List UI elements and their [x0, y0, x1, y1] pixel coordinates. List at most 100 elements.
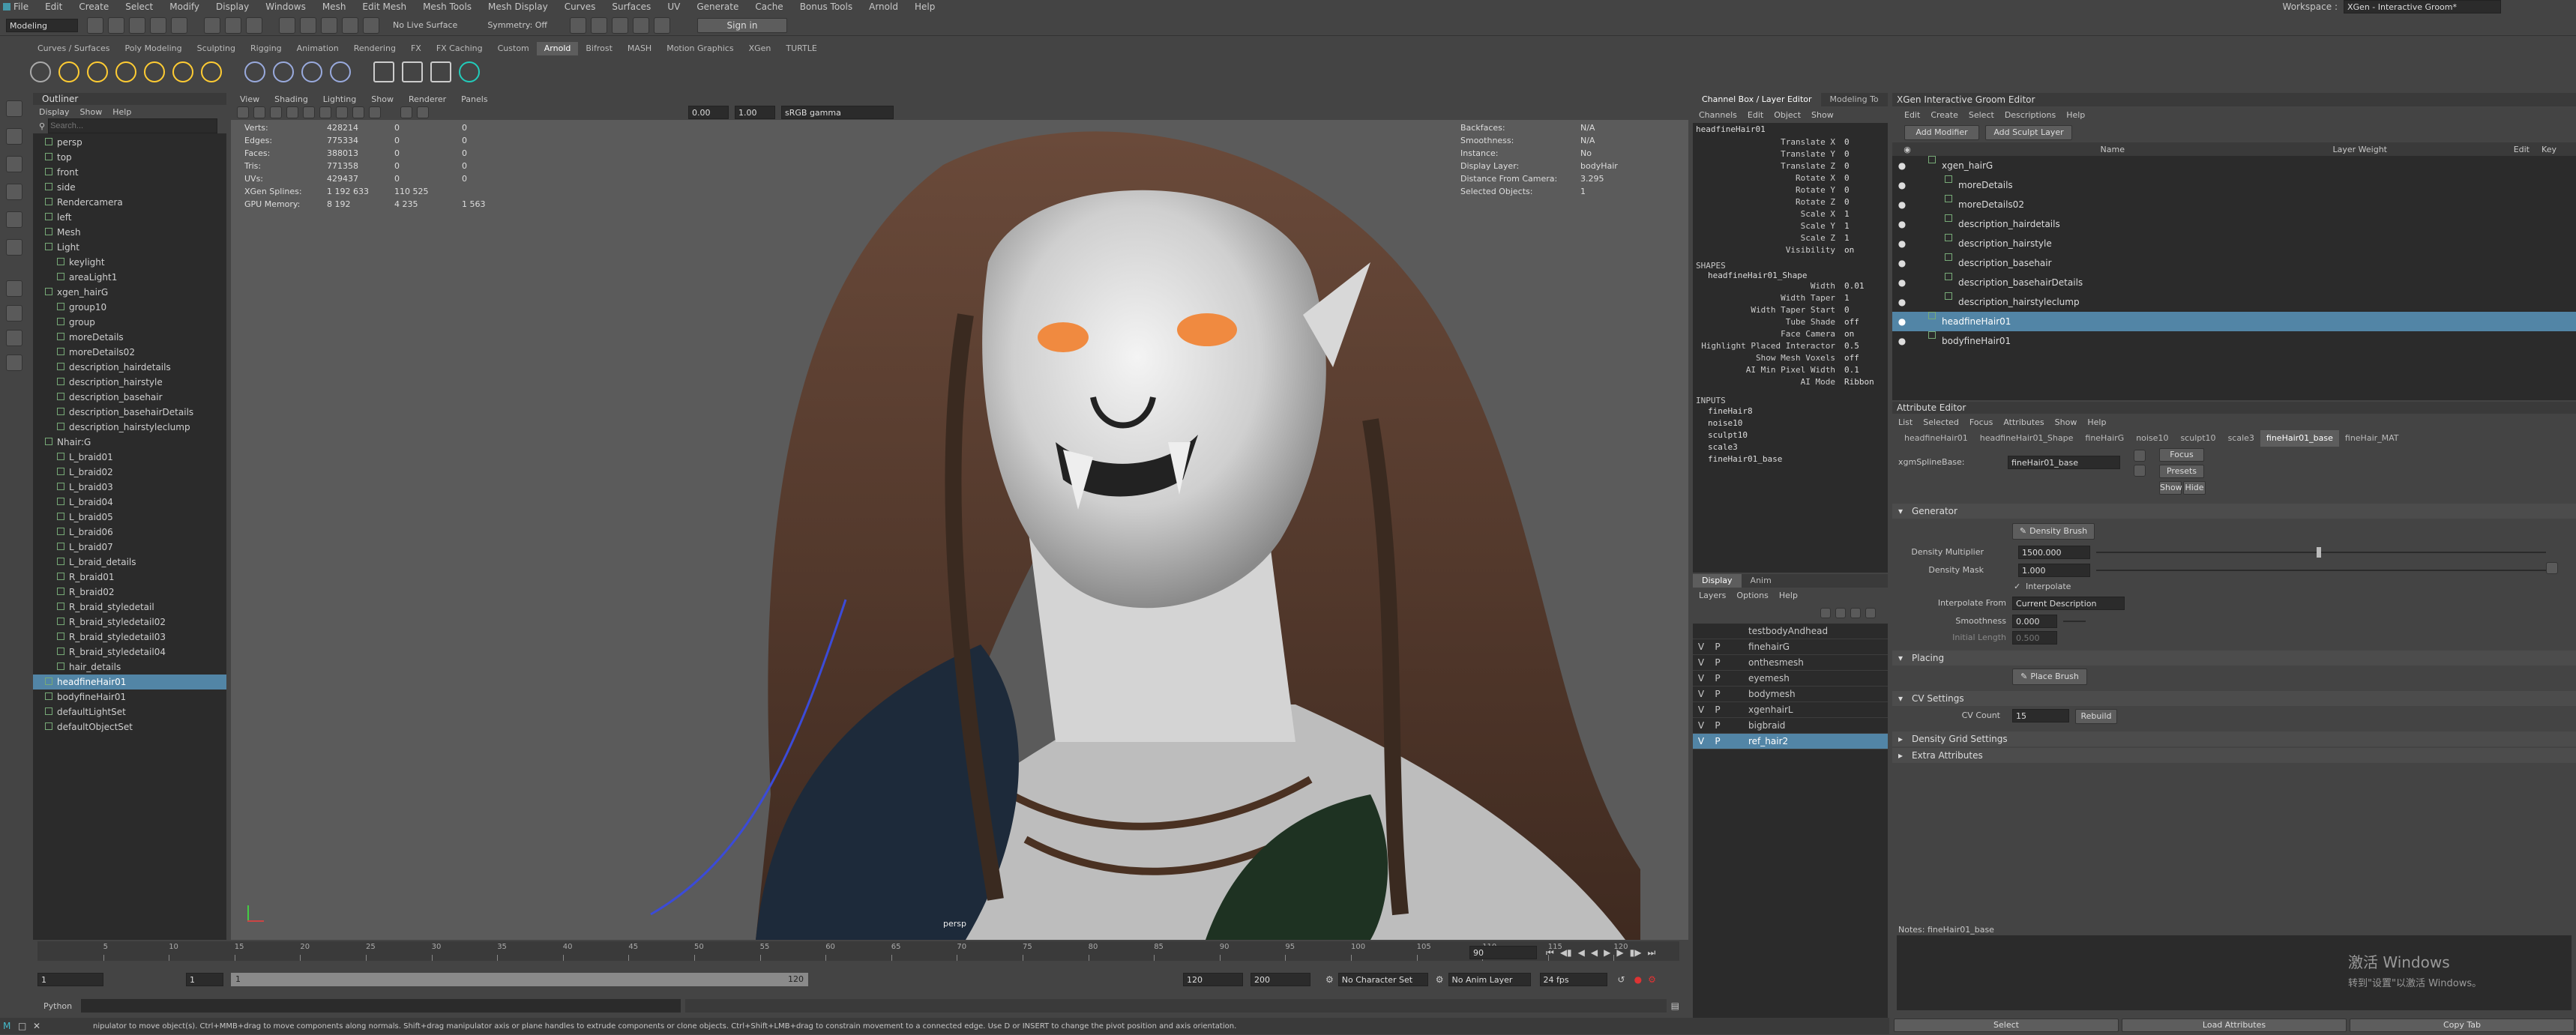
outliner-item[interactable]: L_braid02: [33, 465, 226, 480]
outliner-item[interactable]: Nhair:G: [33, 435, 226, 450]
channel-row[interactable]: AI Min Pixel Width 0.1: [1693, 364, 1888, 376]
xgen-tree-row[interactable]: ● description_hairdetails: [1892, 214, 2576, 234]
range-inner-start-field[interactable]: 1: [186, 973, 223, 986]
outliner-item[interactable]: group: [33, 315, 226, 330]
go-to-start-icon[interactable]: ⏮: [1546, 947, 1554, 959]
ae-menu-show[interactable]: Show: [2055, 417, 2077, 427]
mode-select[interactable]: Modeling: [6, 18, 78, 32]
save-scene-icon[interactable]: [129, 16, 145, 34]
checkbox-interpolate-icon[interactable]: ✓: [2014, 582, 2020, 591]
visibility-dot-icon[interactable]: ●: [1892, 156, 1912, 175]
channel-value[interactable]: Ribbon: [1841, 376, 1888, 388]
ipr-render-icon[interactable]: [591, 16, 608, 34]
exposure-field[interactable]: 0.00: [688, 106, 729, 119]
shelf-tab-fx[interactable]: FX: [403, 42, 429, 55]
viewport-menu-lighting[interactable]: Lighting: [323, 94, 356, 104]
outliner-item[interactable]: headfineHair01: [33, 675, 226, 690]
shelf-tab-curves-surfaces[interactable]: Curves / Surfaces: [30, 42, 118, 55]
menu-item-display[interactable]: Display: [216, 1, 249, 12]
density-multiplier-field[interactable]: 1500.000: [2018, 546, 2090, 559]
taskbar-window-icon[interactable]: □: [18, 1021, 33, 1031]
menu-item-help[interactable]: Help: [915, 1, 935, 12]
outliner-item[interactable]: moreDetails: [33, 330, 226, 345]
render-current-icon[interactable]: [570, 16, 587, 34]
node-go-icon[interactable]: [2134, 450, 2146, 462]
layer-menu-help[interactable]: Help: [1779, 591, 1798, 600]
add-modifier-button[interactable]: Add Modifier: [1904, 125, 1979, 140]
shelf-tab-arnold[interactable]: Arnold: [536, 42, 579, 55]
outliner-item[interactable]: R_braid_styledetail02: [33, 615, 226, 630]
layer-color-swatch[interactable]: [1726, 718, 1742, 733]
ae-menu-help[interactable]: Help: [2087, 417, 2106, 427]
rebuild-button[interactable]: Rebuild: [2075, 709, 2117, 724]
auto-key-icon[interactable]: ●: [1634, 974, 1642, 985]
menu-item-mesh[interactable]: Mesh: [322, 1, 346, 12]
outliner-item[interactable]: L_braid03: [33, 480, 226, 495]
shelf-tab-custom[interactable]: Custom: [490, 42, 537, 55]
outliner-item[interactable]: defaultLightSet: [33, 704, 226, 719]
bookmark-icon[interactable]: [270, 106, 282, 118]
outliner-menu-help[interactable]: Help: [112, 107, 131, 117]
xgen-tree-row[interactable]: ● description_hairstyleclump: [1892, 292, 2576, 312]
outliner-item[interactable]: side: [33, 180, 226, 195]
menu-item-create[interactable]: Create: [79, 1, 109, 12]
layer-color-swatch[interactable]: [1726, 734, 1742, 749]
ae-tab[interactable]: headfineHair01_Shape: [1974, 430, 2080, 447]
select-hierarchy-icon[interactable]: [204, 16, 220, 34]
display-layer-row[interactable]: V Peyemesh: [1693, 671, 1888, 687]
aov-icon[interactable]: [430, 61, 451, 82]
mesh-light-icon[interactable]: [172, 61, 193, 82]
display-layer-row[interactable]: V Pbodymesh: [1693, 687, 1888, 702]
channel-row[interactable]: Show Mesh Voxels off: [1693, 352, 1888, 364]
generator-section-header[interactable]: ▾ Generator: [1892, 504, 2576, 519]
grid-toggle-icon[interactable]: [286, 106, 298, 118]
outliner-item[interactable]: R_braid02: [33, 585, 226, 600]
visibility-dot-icon[interactable]: ●: [1892, 273, 1912, 292]
command-input[interactable]: [81, 999, 681, 1013]
move-tool-icon[interactable]: [6, 184, 22, 200]
layer-playback-toggle[interactable]: P: [1709, 702, 1726, 717]
channel-row[interactable]: Width 0.01: [1693, 280, 1888, 292]
play-back-icon[interactable]: ◀: [1591, 947, 1598, 958]
shelf-tab-animation[interactable]: Animation: [289, 42, 346, 55]
channel-box-menu-channels[interactable]: Channels: [1699, 110, 1737, 120]
interpolate-from-select[interactable]: Current Description: [2012, 597, 2125, 610]
cube-icon[interactable]: [330, 61, 351, 82]
channel-box-menu-edit[interactable]: Edit: [1748, 110, 1763, 120]
column-edit[interactable]: Edit: [2387, 145, 2530, 154]
snap-curve-icon[interactable]: [300, 16, 316, 34]
outliner-item[interactable]: areaLight1: [33, 270, 226, 285]
ae-tab[interactable]: headfineHair01: [1898, 430, 1974, 447]
layer-visibility-toggle[interactable]: V: [1693, 655, 1709, 670]
ae-tab[interactable]: fineHairG: [2079, 430, 2130, 447]
symmetry-label[interactable]: Symmetry: Off: [487, 20, 547, 30]
input-node[interactable]: scale3: [1693, 441, 1888, 453]
outliner-item[interactable]: L_braid01: [33, 450, 226, 465]
ae-menu-list[interactable]: List: [1898, 417, 1913, 427]
wireframe-icon[interactable]: [303, 106, 315, 118]
placing-section-header[interactable]: ▾ Placing: [1892, 651, 2576, 666]
layer-color-swatch[interactable]: [1726, 655, 1742, 670]
show-button[interactable]: Show: [2159, 481, 2182, 495]
density-mask-slider[interactable]: [2096, 570, 2546, 571]
menu-item-select[interactable]: Select: [125, 1, 153, 12]
layer-color-swatch[interactable]: [1726, 639, 1742, 654]
xray-icon[interactable]: [417, 106, 429, 118]
script-editor-icon[interactable]: ▤: [1671, 1001, 1679, 1011]
layer-playback-toggle[interactable]: [1709, 624, 1726, 639]
channel-row[interactable]: Scale Y 1: [1693, 220, 1888, 232]
visibility-dot-icon[interactable]: ●: [1892, 195, 1912, 214]
cv-settings-section-header[interactable]: ▾ CV Settings: [1892, 691, 2576, 706]
outliner-item[interactable]: L_braid_details: [33, 555, 226, 570]
channel-row[interactable]: Translate Y 0: [1693, 148, 1888, 160]
ae-tab[interactable]: fineHair_MAT: [2339, 430, 2405, 447]
layer-playback-toggle[interactable]: P: [1709, 639, 1726, 654]
layer-up-icon[interactable]: [1820, 608, 1831, 618]
cv-count-field[interactable]: 15: [2012, 709, 2069, 722]
copy-tab-button[interactable]: Copy Tab: [2350, 1019, 2575, 1032]
step-back-key-icon[interactable]: ◀▮: [1560, 947, 1572, 958]
density-mask-field[interactable]: 1.000: [2018, 564, 2090, 577]
layer-down-icon[interactable]: [1835, 608, 1846, 618]
input-node[interactable]: fineHair01_base: [1693, 453, 1888, 465]
render-view-icon[interactable]: [373, 61, 394, 82]
